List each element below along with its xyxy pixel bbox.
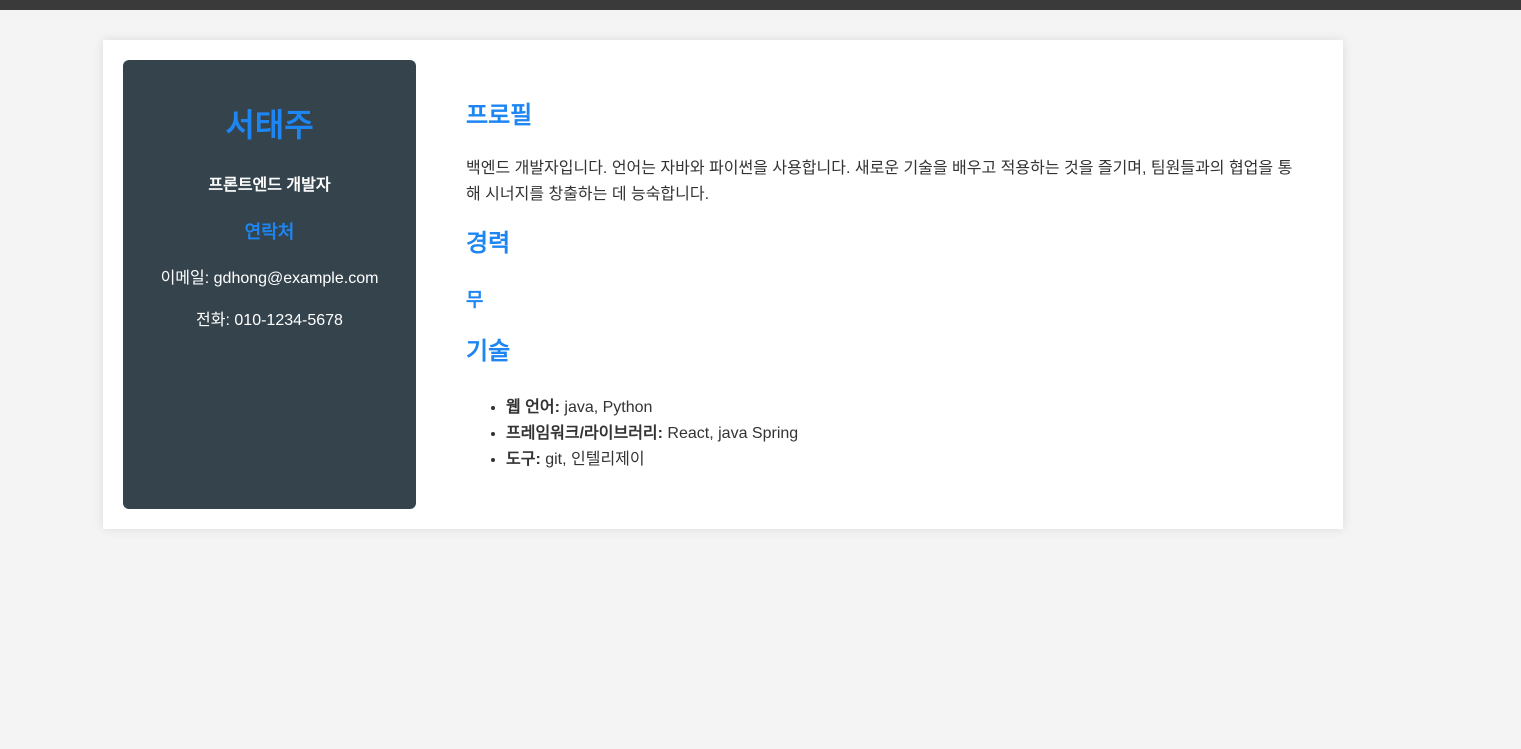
- profile-heading: 프로필: [466, 102, 533, 129]
- browser-top-bar: [0, 0, 1521, 10]
- phone-line: 전화: 010-1234-5678: [123, 310, 416, 332]
- skill-value: java, Python: [559, 399, 653, 416]
- experience-item: 무: [466, 290, 484, 311]
- contact-heading: 연락처: [244, 222, 295, 242]
- profile-text: 백엔드 개발자입니다. 언어는 자바와 파이썬을 사용합니다. 새로운 기술을 …: [466, 160, 1293, 203]
- phone-label: 전화:: [196, 312, 235, 329]
- skill-label: 도구:: [506, 451, 541, 468]
- skills-list: 웹 언어: java, Python 프레임워크/라이브러리: React, j…: [466, 395, 798, 473]
- phone-value: 010-1234-5678: [234, 312, 343, 329]
- sidebar: 서태주 프론트엔드 개발자 연락처 이메일: gdhong@example.co…: [123, 60, 416, 509]
- resume-card: 서태주 프론트엔드 개발자 연락처 이메일: gdhong@example.co…: [103, 40, 1343, 529]
- skill-value: React, java Spring: [662, 425, 799, 442]
- skill-label: 프레임워크/라이브러리:: [506, 425, 663, 442]
- skill-value: git, 인텔리제이: [540, 451, 645, 468]
- skill-item: 도구: git, 인텔리제이: [506, 447, 798, 473]
- email-line: 이메일: gdhong@example.com: [123, 268, 416, 290]
- email-value: gdhong@example.com: [213, 270, 379, 287]
- skill-item: 프레임워크/라이브러리: React, java Spring: [506, 421, 798, 447]
- skills-heading: 기술: [466, 338, 511, 365]
- skill-item: 웹 언어: java, Python: [506, 395, 798, 421]
- experience-heading: 경력: [466, 230, 511, 257]
- skill-label: 웹 언어:: [506, 399, 560, 416]
- email-label: 이메일:: [160, 270, 214, 287]
- person-name: 서태주: [225, 107, 314, 143]
- person-role: 프론트엔드 개발자: [208, 177, 331, 194]
